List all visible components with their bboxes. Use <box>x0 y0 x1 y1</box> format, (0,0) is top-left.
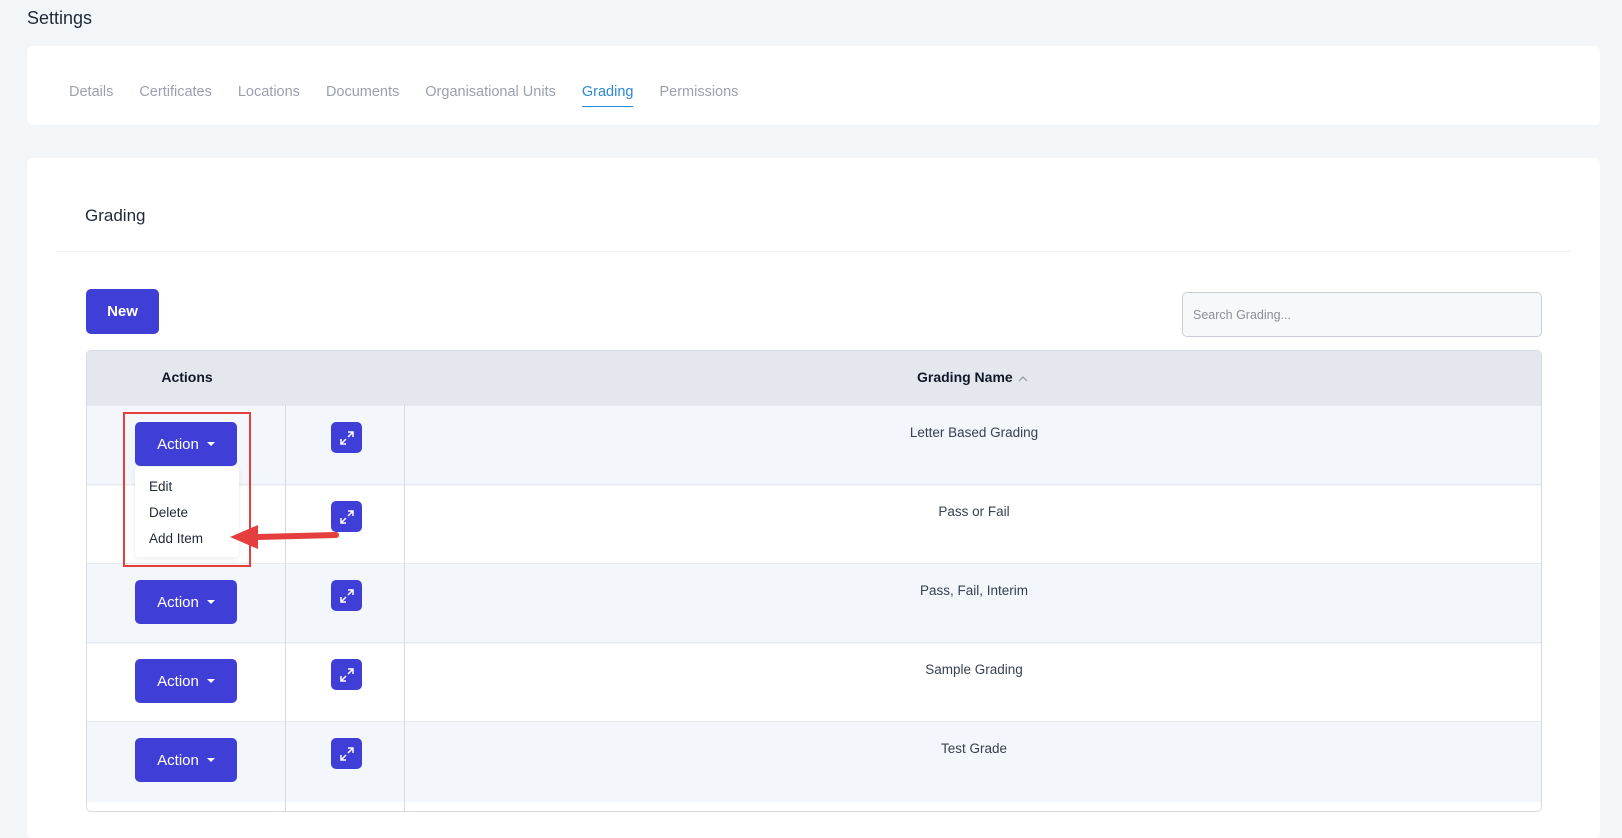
tab-locations[interactable]: Locations <box>238 84 300 107</box>
tab-organisational-units[interactable]: Organisational Units <box>425 84 556 107</box>
expand-icon <box>339 667 354 682</box>
action-button-label: Action <box>157 593 199 611</box>
tab-bar: Details Certificates Locations Documents… <box>69 84 738 107</box>
action-button-label: Action <box>157 751 199 769</box>
action-dropdown-button[interactable]: Action <box>135 738 237 782</box>
expand-icon <box>339 746 354 761</box>
search-input[interactable] <box>1182 292 1542 337</box>
caret-down-icon <box>206 758 215 762</box>
tab-documents[interactable]: Documents <box>326 84 399 107</box>
grading-name-cell: Letter Based Grading <box>909 425 1039 440</box>
expand-button[interactable] <box>331 580 362 611</box>
column-divider <box>404 405 405 811</box>
header-grading-name-label: Grading Name <box>917 369 1013 385</box>
expand-icon <box>339 430 354 445</box>
table-header: Actions Grading Name <box>87 351 1541 405</box>
tab-details[interactable]: Details <box>69 84 113 107</box>
grading-name-cell: Pass, Fail, Interim <box>919 583 1029 598</box>
caret-down-icon <box>206 679 215 683</box>
new-button[interactable]: New <box>86 289 159 334</box>
grading-name-cell: Pass or Fail <box>938 504 1010 519</box>
column-divider <box>285 405 286 811</box>
tab-grading[interactable]: Grading <box>581 84 634 107</box>
header-grading-name[interactable]: Grading Name <box>917 369 1028 385</box>
grading-card: Grading New Actions Grading Name Action … <box>27 158 1600 838</box>
tab-certificates[interactable]: Certificates <box>139 84 212 107</box>
table-row: Action Letter Based Grading <box>87 405 1541 486</box>
table-row: Action Sample Grading <box>87 642 1541 723</box>
action-dropdown-button[interactable]: Action <box>135 659 237 703</box>
expand-icon <box>339 509 354 524</box>
tab-permissions[interactable]: Permissions <box>659 84 738 107</box>
tabs-card: Details Certificates Locations Documents… <box>27 46 1600 125</box>
section-divider <box>56 251 1571 252</box>
page-title: Settings <box>27 8 93 28</box>
grading-table: Actions Grading Name Action Letter Based… <box>86 350 1542 812</box>
expand-icon <box>339 588 354 603</box>
expand-button[interactable] <box>331 659 362 690</box>
section-title: Grading <box>85 206 146 225</box>
grading-name-cell: Test Grade <box>940 741 1008 756</box>
header-actions: Actions <box>161 369 213 385</box>
grading-name-cell: Sample Grading <box>925 662 1023 677</box>
sort-ascending-icon[interactable] <box>1018 373 1028 385</box>
expand-button[interactable] <box>331 738 362 769</box>
action-button-label: Action <box>157 672 199 690</box>
table-row: Action Test Grade <box>87 721 1541 802</box>
expand-button[interactable] <box>331 422 362 453</box>
table-row: Action Pass, Fail, Interim <box>87 563 1541 644</box>
annotation-arrow-icon <box>230 525 339 549</box>
action-dropdown-button[interactable]: Action <box>135 580 237 624</box>
caret-down-icon <box>206 600 215 604</box>
